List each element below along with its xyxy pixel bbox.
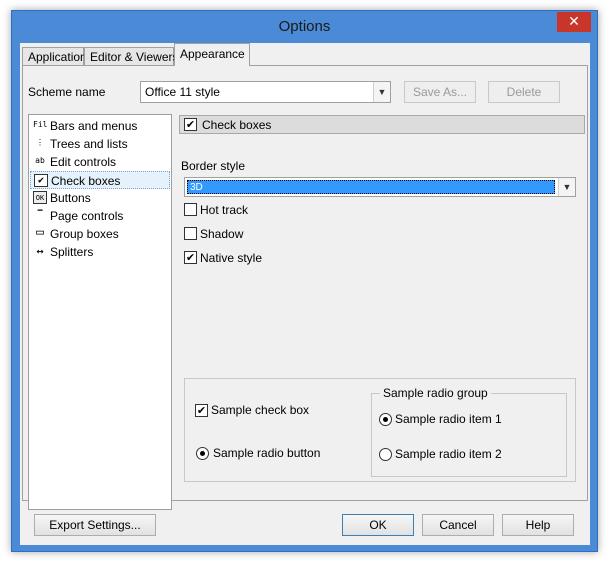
delete-button[interactable]: Delete: [488, 81, 560, 103]
tab-appearance[interactable]: Appearance: [174, 43, 250, 66]
tab-application[interactable]: Application: [22, 47, 87, 66]
sample-radio-item-1[interactable]: [379, 413, 392, 426]
scheme-name-combo[interactable]: Office 11 style ▼: [140, 81, 391, 103]
tree-item-trees-lists[interactable]: ⋮ Trees and lists: [30, 135, 170, 153]
tree-item-check-boxes[interactable]: ✔ Check boxes: [30, 171, 170, 189]
tree-item-label: Page controls: [50, 209, 124, 223]
shadow-label[interactable]: Shadow: [200, 227, 243, 241]
sample-radio-group-caption: Sample radio group: [380, 386, 491, 400]
window-title: Options: [278, 18, 331, 35]
ok-button[interactable]: OK: [342, 514, 414, 536]
sample-preview-panel: ✔ Sample check box Sample radio button S…: [184, 378, 576, 482]
edit-control-icon: ab: [35, 156, 45, 165]
border-style-value: 3D: [187, 180, 555, 194]
tree-item-label: Splitters: [50, 245, 94, 259]
sample-radio-item-2[interactable]: [379, 448, 392, 461]
header-label: Check boxes: [202, 118, 272, 132]
tree-item-label: Buttons: [50, 191, 91, 205]
chevron-down-icon[interactable]: ▼: [373, 82, 390, 102]
splitter-icon: ↔: [36, 244, 44, 258]
border-style-label: Border style: [181, 159, 246, 173]
dialog-button-bar: Export Settings... OK Cancel Help: [20, 505, 590, 545]
close-icon[interactable]: ✕: [557, 12, 591, 32]
checkbox-icon: ✔: [34, 174, 48, 187]
chevron-down-icon[interactable]: ▼: [558, 178, 575, 196]
header-checkbox[interactable]: ✔: [184, 118, 197, 131]
cancel-button[interactable]: Cancel: [422, 514, 494, 536]
tree-item-label: Edit controls: [50, 155, 117, 169]
scheme-name-value: Office 11 style: [145, 85, 220, 99]
sample-checkbox-label[interactable]: Sample check box: [211, 403, 309, 417]
options-dialog: Options ✕ Application Editor & Viewers A…: [11, 10, 598, 552]
title-bar[interactable]: Options ✕: [12, 11, 597, 43]
sample-radio-label[interactable]: Sample radio button: [213, 446, 320, 460]
tree-item-splitters[interactable]: ↔ Splitters: [30, 243, 170, 261]
sample-radio-item-1-label[interactable]: Sample radio item 1: [395, 412, 502, 426]
bars-menus-icon: Fil: [33, 120, 48, 129]
tab-editor-viewers[interactable]: Editor & Viewers: [84, 47, 178, 66]
save-as-button[interactable]: Save As...: [404, 81, 476, 103]
help-button[interactable]: Help: [502, 514, 574, 536]
tree-item-label: Group boxes: [50, 227, 119, 241]
native-style-label[interactable]: Native style: [200, 251, 262, 265]
native-style-checkbox[interactable]: ✔: [184, 251, 197, 264]
group-box-icon: ▭: [36, 225, 44, 240]
sample-radio-item-2-label[interactable]: Sample radio item 2: [395, 447, 502, 461]
tree-item-bars-menus[interactable]: Fil Bars and menus: [30, 117, 170, 135]
scheme-name-label: Scheme name: [28, 85, 106, 99]
tree-item-edit-controls[interactable]: ab Edit controls: [30, 153, 170, 171]
tree-item-label: Check boxes: [51, 174, 121, 188]
sample-radio-group: Sample radio group Sample radio item 1 S…: [371, 386, 567, 477]
appearance-tab-panel: Scheme name Office 11 style ▼ Save As...…: [22, 65, 588, 510]
tree-item-label: Trees and lists: [50, 137, 128, 151]
page-control-icon: ▔: [37, 210, 43, 219]
tree-item-group-boxes[interactable]: ▭ Group boxes: [30, 225, 170, 243]
button-icon: OK: [33, 191, 47, 204]
tree-item-label: Bars and menus: [50, 119, 138, 133]
check-boxes-header: ✔ Check boxes: [179, 115, 585, 134]
sample-radio-button[interactable]: [196, 447, 209, 460]
tree-item-page-controls[interactable]: ▔ Page controls: [30, 207, 170, 225]
tree-item-buttons[interactable]: OK Buttons: [30, 189, 170, 207]
hot-track-label[interactable]: Hot track: [200, 203, 248, 217]
dialog-client-area: Application Editor & Viewers Appearance …: [20, 43, 590, 545]
shadow-checkbox[interactable]: [184, 227, 197, 240]
hot-track-checkbox[interactable]: [184, 203, 197, 216]
export-settings-button[interactable]: Export Settings...: [34, 514, 156, 536]
category-tree[interactable]: Fil Bars and menus ⋮ Trees and lists ab …: [28, 114, 172, 510]
tree-list-icon: ⋮: [36, 138, 44, 147]
sample-checkbox[interactable]: ✔: [195, 404, 208, 417]
border-style-combo[interactable]: 3D ▼: [184, 177, 576, 197]
